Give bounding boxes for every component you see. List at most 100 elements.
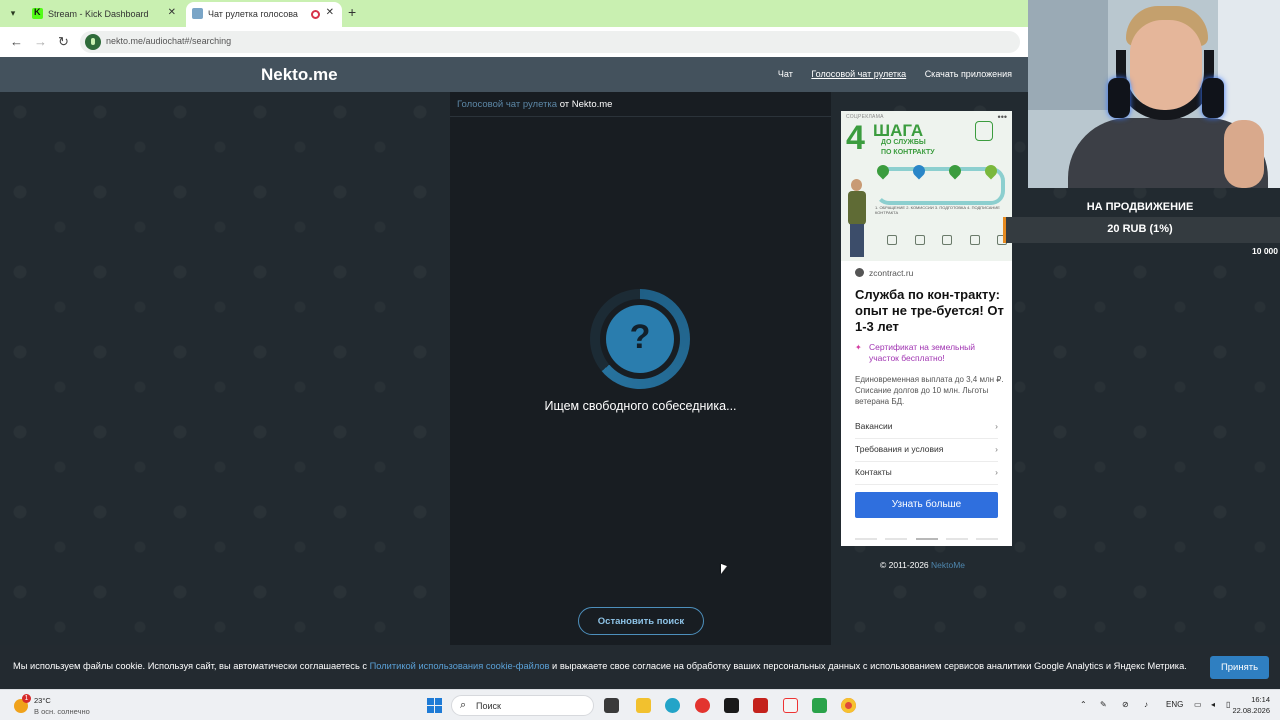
- header-suffix: от Nekto.me: [557, 99, 613, 110]
- browser-tab-bar: ▾ Stream - Kick Dashboard ✕ Чат рулетка …: [0, 0, 1028, 27]
- ad-link-requirements[interactable]: Требования и условия ›: [855, 444, 998, 462]
- tab-nekto-audiochat[interactable]: Чат рулетка голосовая — ✕: [186, 2, 342, 27]
- tab-title: Чат рулетка голосовая —: [208, 9, 298, 19]
- back-arrow-icon[interactable]: ←: [10, 34, 23, 49]
- tab-close-icon[interactable]: ✕: [168, 7, 176, 18]
- more-options-icon[interactable]: •••: [998, 112, 1007, 122]
- banner-number: 4: [846, 119, 865, 157]
- voice-chat-link[interactable]: Голосовой чат рулетка: [457, 99, 557, 110]
- site-header: Nekto.me Чат Голосовой чат рулетка Скача…: [0, 57, 1028, 92]
- banner-heading: ШАГА: [873, 121, 924, 140]
- language-indicator[interactable]: ENG: [1166, 700, 1183, 709]
- search-status-text: Ищем свободного собеседника...: [544, 399, 737, 413]
- webcam-overlay: [1028, 0, 1280, 188]
- accept-cookies-button[interactable]: Принять: [1210, 656, 1269, 679]
- android-icon[interactable]: [812, 698, 827, 713]
- edge-icon[interactable]: [665, 698, 680, 713]
- banner-subheading-1: ДО СЛУЖБЫ: [881, 139, 926, 146]
- pen-icon[interactable]: ✎: [1100, 700, 1107, 709]
- chevron-right-icon: ›: [995, 444, 998, 454]
- forward-arrow-icon[interactable]: →: [34, 34, 47, 49]
- network-icon[interactable]: ⊘: [1122, 700, 1129, 709]
- ad-title[interactable]: Служба по кон-тракту: опыт не тре-буется…: [855, 287, 1005, 335]
- address-bar[interactable]: nekto.me/audiochat#/searching: [80, 31, 1020, 53]
- tray-chevron-up-icon[interactable]: ⌃: [1080, 700, 1087, 709]
- question-glyph: ?: [629, 318, 651, 356]
- promotion-progress-fill: [1003, 217, 1006, 243]
- display-icon[interactable]: ▭: [1194, 700, 1202, 709]
- ad-link-label: Вакансии: [855, 421, 893, 431]
- chevron-right-icon: ›: [995, 467, 998, 477]
- weather-description[interactable]: В осн. солнечно: [34, 707, 90, 716]
- cookie-text: Мы используем файлы cookie. Используя са…: [13, 661, 1187, 671]
- stop-search-button[interactable]: Остановить поиск: [578, 607, 704, 635]
- tab-list-chevron-icon[interactable]: ▾: [6, 6, 20, 20]
- microphone-icon[interactable]: [85, 34, 101, 50]
- kick-icon: [32, 7, 43, 19]
- yandex-browser-icon[interactable]: [783, 698, 798, 713]
- mouse-cursor-icon: [721, 563, 727, 577]
- search-spinner: ?: [590, 289, 690, 389]
- copyright-text: © 2011-2026: [880, 560, 932, 570]
- copyright: © 2011-2026 NektoMe: [880, 560, 965, 570]
- learn-more-button[interactable]: Узнать больше: [855, 492, 998, 518]
- copyright-brand-link[interactable]: NektoMe: [931, 560, 965, 570]
- cookie-consent-bar: Мы используем файлы cookie. Используя са…: [0, 645, 1280, 689]
- shield-star-icon: [975, 121, 993, 141]
- chat-panel-header: Голосовой чат рулетка от Nekto.me: [450, 92, 831, 117]
- clock-time[interactable]: 16:14: [1251, 695, 1270, 704]
- file-explorer-icon[interactable]: [636, 698, 651, 713]
- windows-taskbar: 1 23°C В осн. солнечно ⌕ Поиск ⌃ ✎ ⊘ ♪ E…: [0, 689, 1280, 720]
- new-tab-button[interactable]: +: [348, 4, 356, 20]
- promotion-amount: 20 RUB (1%): [1107, 223, 1173, 235]
- pdf-reader-icon[interactable]: [753, 698, 768, 713]
- tab-close-icon[interactable]: ✕: [326, 7, 334, 18]
- microphone-icon[interactable]: ♪: [1144, 700, 1148, 709]
- question-icon: ?: [606, 305, 674, 373]
- cookie-text-after: и выражаете свое согласие на обработку в…: [549, 661, 1187, 671]
- benefit-icons: [887, 235, 1007, 249]
- nav-item-download-apps[interactable]: Скачать приложения: [925, 69, 1012, 79]
- soldier-figure: [845, 179, 869, 259]
- carousel-indicator: [855, 538, 998, 541]
- windows-start-icon[interactable]: [427, 698, 442, 713]
- volume-icon[interactable]: ◂: [1211, 700, 1215, 709]
- spinner-ring: ?: [600, 299, 680, 379]
- ad-domain[interactable]: zcontract.ru: [855, 268, 913, 278]
- top-navigation: Чат Голосовой чат рулетка Скачать прилож…: [762, 69, 1012, 79]
- clock-date[interactable]: 22.08.2026: [1232, 706, 1270, 715]
- browser-toolbar: ← → ↻ nekto.me/audiochat#/searching: [0, 27, 1028, 57]
- promotion-title: НА ПРОДВИЖЕНИЕ: [1086, 201, 1194, 213]
- app-icon[interactable]: [724, 698, 739, 713]
- nav-item-chat[interactable]: Чат: [778, 69, 793, 79]
- url-text[interactable]: nekto.me/audiochat#/searching: [106, 36, 231, 46]
- cookie-policy-link[interactable]: Политикой использования cookie-файлов: [370, 661, 550, 671]
- advertisement[interactable]: СОЦРЕКЛАМА ••• 4 ШАГА ДО СЛУЖБЫ ПО КОНТР…: [841, 111, 1012, 546]
- tab-title: Stream - Kick Dashboard: [48, 9, 149, 19]
- site-logo[interactable]: Nekto.me: [261, 65, 338, 85]
- yandex-icon[interactable]: [695, 698, 710, 713]
- reload-icon[interactable]: ↻: [58, 34, 69, 50]
- chrome-icon[interactable]: [841, 698, 856, 713]
- promotion-goal: 10 000: [1252, 246, 1278, 256]
- ad-link-contacts[interactable]: Контакты ›: [855, 467, 998, 485]
- nav-item-voice-chat[interactable]: Голосовой чат рулетка: [811, 69, 906, 79]
- search-placeholder: Поиск: [476, 701, 501, 711]
- taskbar-search[interactable]: ⌕ Поиск: [451, 695, 594, 716]
- chevron-right-icon: ›: [995, 421, 998, 431]
- ad-link-label: Требования и условия: [855, 444, 944, 454]
- recording-icon: [311, 10, 320, 19]
- promotion-progress-bar: 20 RUB (1%): [1003, 217, 1280, 243]
- ad-link-vacancies[interactable]: Вакансии ›: [855, 421, 998, 439]
- banner-subheading-2: ПО КОНТРАКТУ: [881, 149, 935, 156]
- battery-icon[interactable]: ▯: [1226, 700, 1230, 709]
- tab-kick-dashboard[interactable]: Stream - Kick Dashboard ✕: [26, 2, 184, 27]
- notification-badge: 1: [22, 694, 31, 703]
- ad-description: Единовременная выплата до 3,4 млн ₽. Спи…: [855, 375, 1004, 406]
- nekto-icon: [192, 8, 203, 19]
- steps-caption: 1. ОБРАЩЕНИЕ 2. КОМИССИИ 3. ПОДГОТОВКА 4…: [875, 205, 1000, 215]
- weather-temperature[interactable]: 23°C: [34, 696, 51, 705]
- task-view-icon[interactable]: [604, 698, 619, 713]
- ad-banner-image[interactable]: СОЦРЕКЛАМА ••• 4 ШАГА ДО СЛУЖБЫ ПО КОНТР…: [841, 111, 1012, 261]
- ad-promo-text[interactable]: Сертификат на земельный участок бесплатн…: [855, 342, 1005, 364]
